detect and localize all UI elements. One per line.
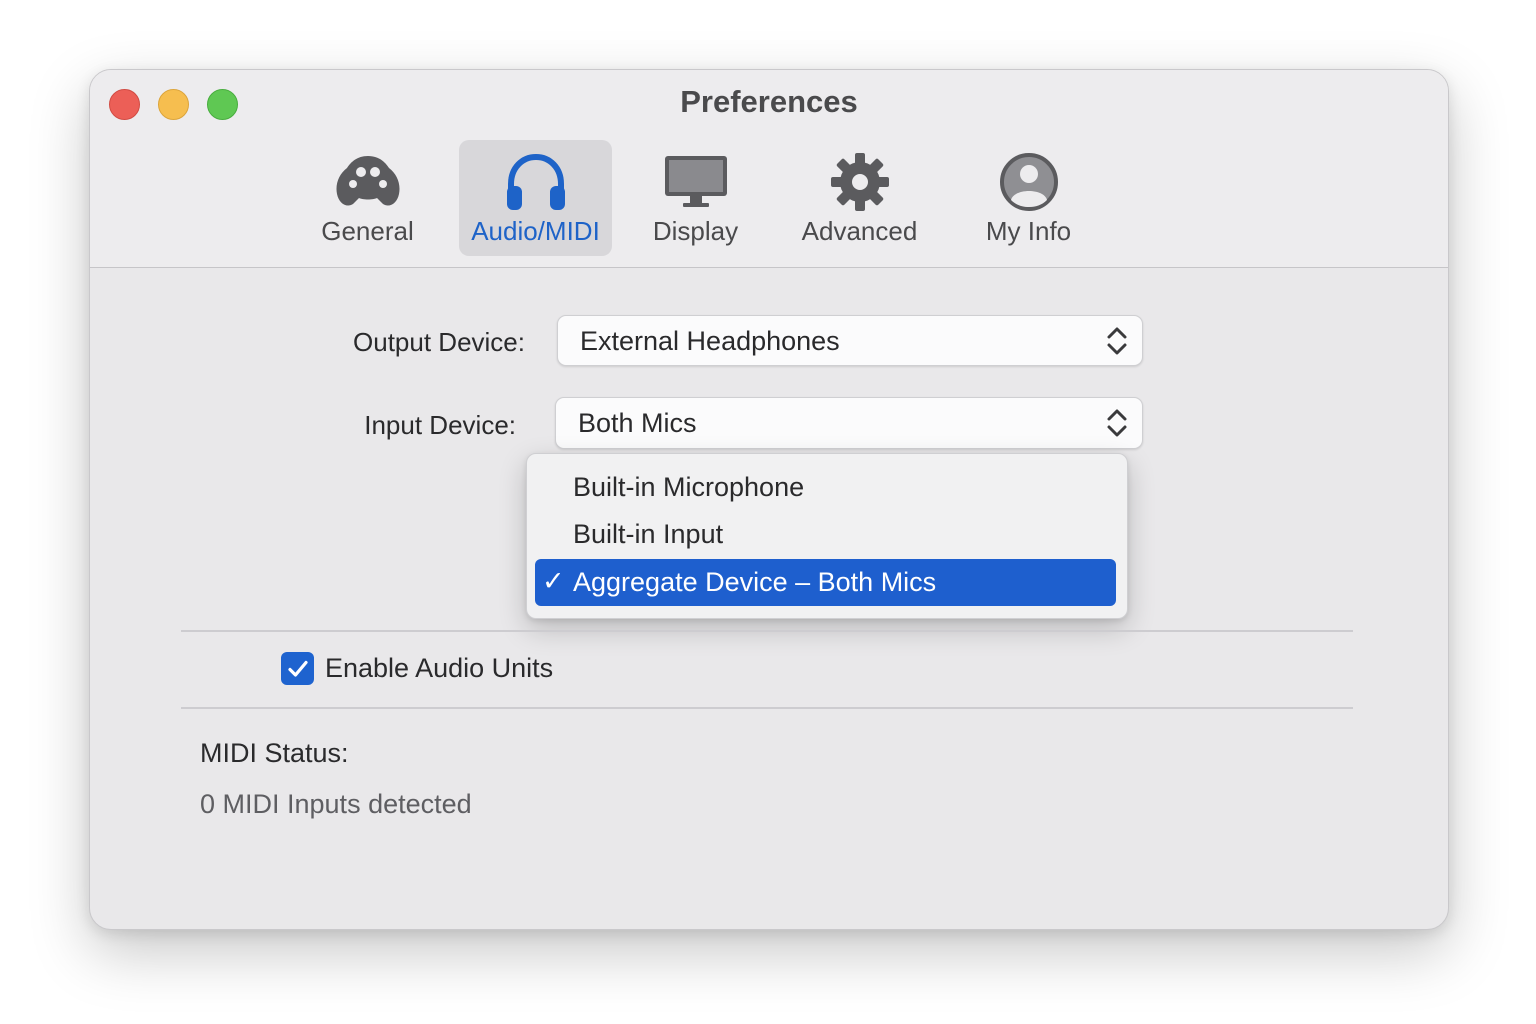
title-bar: Preferences General Audio/MIDI Display A…: [90, 70, 1448, 268]
tab-my-info-label: My Info: [985, 216, 1072, 246]
enable-audio-units-checkbox[interactable]: [281, 652, 314, 685]
tab-advanced[interactable]: Advanced: [783, 140, 936, 256]
menu-item-aggregate-device[interactable]: ✓ Aggregate Device – Both Mics: [535, 559, 1116, 606]
tab-general[interactable]: General: [291, 140, 444, 256]
headphones-icon: [506, 153, 565, 210]
input-device-label: Input Device:: [364, 410, 516, 440]
menu-item-built-in-input[interactable]: Built-in Input: [535, 511, 1116, 558]
menu-item-label: Built-in Microphone: [573, 472, 805, 502]
tab-display-label: Display: [652, 216, 739, 246]
section-divider: [181, 707, 1353, 709]
input-device-menu: Built-in Microphone Built-in Input ✓ Agg…: [526, 453, 1128, 619]
user-icon: [999, 153, 1058, 211]
chevron-updown-icon: [1107, 409, 1127, 437]
monitor-icon: [664, 156, 727, 207]
input-device-popup[interactable]: Both Mics: [555, 397, 1143, 449]
checkmark-icon: ✓: [542, 566, 565, 596]
tab-audio-midi[interactable]: Audio/MIDI: [459, 140, 612, 256]
midi-status-value: 0 MIDI Inputs detected: [200, 789, 472, 819]
window-title: Preferences: [680, 84, 858, 119]
output-device-label: Output Device:: [353, 327, 525, 357]
output-device-popup[interactable]: External Headphones: [557, 315, 1143, 366]
tab-audio-midi-label: Audio/MIDI: [471, 216, 600, 246]
tab-general-label: General: [321, 216, 414, 246]
gear-icon: [830, 153, 889, 211]
midi-status-label: MIDI Status:: [200, 738, 349, 768]
tab-advanced-label: Advanced: [801, 216, 918, 246]
menu-item-label: Aggregate Device – Both Mics: [573, 567, 937, 597]
section-divider: [181, 630, 1353, 632]
chevron-updown-icon: [1107, 327, 1127, 355]
menu-item-built-in-microphone[interactable]: Built-in Microphone: [535, 464, 1116, 511]
tab-display[interactable]: Display: [619, 140, 772, 256]
preferences-window: Preferences General Audio/MIDI Display A…: [89, 69, 1449, 930]
input-device-value: Both Mics: [578, 408, 697, 438]
gamepad-icon: [335, 156, 400, 206]
tab-my-info[interactable]: My Info: [952, 140, 1105, 256]
enable-audio-units-label[interactable]: Enable Audio Units: [325, 653, 553, 684]
checkmark-icon: [287, 660, 308, 677]
output-device-value: External Headphones: [580, 326, 840, 356]
menu-item-label: Built-in Input: [573, 519, 724, 549]
